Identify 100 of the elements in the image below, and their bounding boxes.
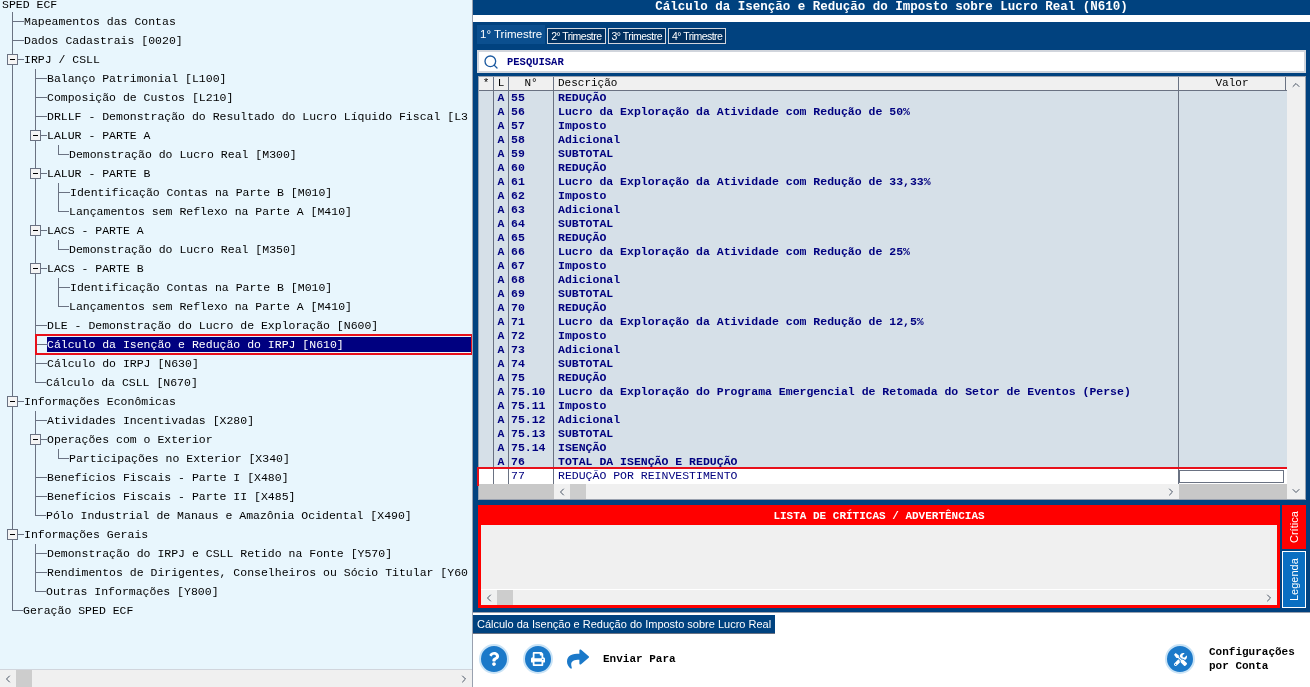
table-row[interactable]: A 64 SUBTOTAL [479,217,1287,231]
help-button[interactable] [479,644,509,674]
tree-item[interactable]: Benefícios Fiscais - Parte I [X480] [47,470,289,485]
collapse-toggle[interactable] [30,168,41,179]
table-row[interactable]: A 66 Lucro da Exploração da Atividade com Redução de 25% [479,245,1287,259]
table-row[interactable]: A 71 Lucro da Exploração da Atividade com Redução de 12,5% [479,315,1287,329]
collapse-toggle[interactable] [30,263,41,274]
send-button[interactable]: Enviar Para [603,650,676,668]
table-cell: SUBTOTAL [558,287,614,300]
table-row[interactable]: A 75.12 Adicional [479,413,1287,427]
tree-item[interactable]: Benefícios Fiscais - Parte II [X485] [47,489,296,504]
tree-item[interactable]: Mapeamentos das Contas [24,14,176,29]
tree-item[interactable]: Demonstração do Lucro Real [M350] [69,242,297,257]
table-row[interactable]: A 63 Adicional [479,203,1287,217]
print-button[interactable] [523,644,553,674]
table-row[interactable]: A 56 Lucro da Exploração da Atividade com Redução de 50% [479,105,1287,119]
tree-item[interactable]: LALUR - PARTE A [47,128,151,143]
table-row[interactable]: A 69 SUBTOTAL [479,287,1287,301]
horizontal-scrollbar[interactable] [0,669,472,687]
column-header[interactable]: Valor [1179,77,1286,90]
table-row[interactable]: A 67 Imposto [479,259,1287,273]
table-row[interactable]: A 70 REDUÇÃO [479,301,1287,315]
table-cell: A [497,119,505,132]
table-cell: 77 [511,469,525,482]
tree-item[interactable]: Lançamentos sem Reflexo na Parte A [M410] [69,299,352,314]
tree-item[interactable]: Dados Cadastrais [0020] [24,33,183,48]
tree-item[interactable]: Balanço Patrimonial [L100] [47,71,227,86]
tree-item[interactable]: Atividades Incentivadas [X280] [47,413,255,428]
page-tab[interactable]: Cálculo da Isenção e Redução do Imposto sobre Lucro Real [473,615,776,634]
table-row[interactable]: A 72 Imposto [479,329,1287,343]
account-settings-link[interactable]: Configurações por Conta [1209,645,1304,673]
table-row[interactable]: 77 REDUÇÃO POR REINVESTIMENTO [479,469,1287,485]
horizontal-scrollbar[interactable] [554,484,1179,499]
tab[interactable]: 1° Trimestre [477,25,546,44]
table-row[interactable]: A 75.10 Lucro da Exploração do Programa Emergencial de Retomada do Setor de Eventos (Perse) [479,385,1287,399]
collapse-toggle[interactable] [7,529,18,540]
settings-button[interactable] [1165,644,1195,674]
table-row[interactable]: A 68 Adicional [479,273,1287,287]
table-row[interactable]: A 65 REDUÇÃO [479,231,1287,245]
tab[interactable]: 3° Trimestre [607,28,666,44]
tree-item[interactable]: LALUR - PARTE B [47,166,151,181]
tree-item[interactable]: Cálculo do IRPJ [N630] [47,356,199,371]
table-cell: Adicional [558,413,621,426]
table-row[interactable]: A 75.11 Imposto [479,399,1287,413]
tab[interactable]: 2° Trimestre [547,28,606,44]
column-header[interactable]: L [494,77,509,90]
column-header[interactable]: N° [509,77,554,90]
search-field[interactable]: PESQUISAR [477,50,1306,73]
table-row[interactable]: A 58 Adicional [479,133,1287,147]
tree-item[interactable]: Pólo Industrial de Manaus e Amazônia Ocidental [X490] [46,508,412,523]
tree-item[interactable]: Demonstração do IRPJ e CSLL Retido na Fonte [Y570] [47,546,393,561]
collapse-toggle[interactable] [30,225,41,236]
tab[interactable]: 4° Trimestre [667,28,727,44]
table-row[interactable]: A 74 SUBTOTAL [479,357,1287,371]
table-cell: 70 [511,301,525,314]
collapse-toggle[interactable] [7,396,18,407]
tree-item[interactable]: LACS - PARTE A [47,223,144,238]
table-row[interactable]: A 57 Imposto [479,119,1287,133]
tree-item[interactable]: Cálculo da CSLL [N670] [46,375,198,390]
tree-item[interactable]: Informações Econômicas [24,394,176,409]
table-row[interactable]: A 61 Lucro da Exploração da Atividade com Redução de 33,33% [479,175,1287,189]
table-row[interactable]: A 55 REDUÇÃO [479,91,1287,105]
collapse-toggle[interactable] [7,54,18,65]
scrollbar-thumb[interactable] [497,590,513,605]
table-row[interactable]: A 75.14 ISENÇÃO [479,441,1287,455]
table-row[interactable]: A 62 Imposto [479,189,1287,203]
tree-item[interactable]: Lançamentos sem Reflexo na Parte A [M410] [69,204,352,219]
tree-item[interactable]: DLE - Demonstração do Lucro de Exploração [N600] [47,318,379,333]
column-header[interactable]: Descrição [554,77,1179,90]
tree-item[interactable]: Geração SPED ECF [23,603,134,618]
tree-item[interactable]: Composição de Custos [L210] [47,90,234,105]
collapse-toggle[interactable] [30,130,41,141]
tree-item[interactable]: IRPJ / CSLL [24,52,100,67]
tree-item[interactable]: Outras Informações [Y800] [46,584,219,599]
tree-item[interactable]: Identificação Contas na Parte B [M010] [70,280,333,295]
collapse-toggle[interactable] [30,434,41,445]
vertical-scrollbar[interactable] [1287,77,1305,499]
tree-item[interactable]: Identificação Contas na Parte B [M010] [70,185,333,200]
table-row[interactable]: A 73 Adicional [479,343,1287,357]
tree-item[interactable]: LACS - PARTE B [47,261,144,276]
table-row[interactable]: A 75.13 SUBTOTAL [479,427,1287,441]
table-row[interactable]: A 59 SUBTOTAL [479,147,1287,161]
tree-item[interactable]: Operações com o Exterior [47,432,213,447]
scrollbar-thumb[interactable] [570,484,586,499]
table-row[interactable]: A 75 REDUÇÃO [479,371,1287,385]
tree-item[interactable]: DRLLF - Demonstração do Resultado do Lucro Líquido Fiscal [L3 [47,109,468,124]
tree-item[interactable]: Demonstração do Lucro Real [M300] [69,147,297,162]
tree-root[interactable]: SPED ECF [0,0,472,12]
table-row[interactable]: A 60 REDUÇÃO [479,161,1287,175]
share-arrow-icon[interactable] [567,648,589,670]
side-tab[interactable]: Legenda [1282,551,1306,608]
column-header[interactable]: * [479,77,494,90]
tree-item[interactable]: Informações Gerais [24,527,149,542]
tree-item[interactable]: Rendimentos de Dirigentes, Conselheiros ou Sócio Titular [Y60 [47,565,468,580]
tree-item[interactable]: Participações no Exterior [X340] [69,451,290,466]
scrollbar-thumb[interactable] [16,670,32,687]
value-field[interactable] [1179,470,1284,484]
table-cell: 62 [511,189,525,202]
tree-item[interactable]: Cálculo da Isenção e Redução do IRPJ [N610] [47,337,472,352]
side-tab[interactable]: Crítica [1282,505,1306,549]
